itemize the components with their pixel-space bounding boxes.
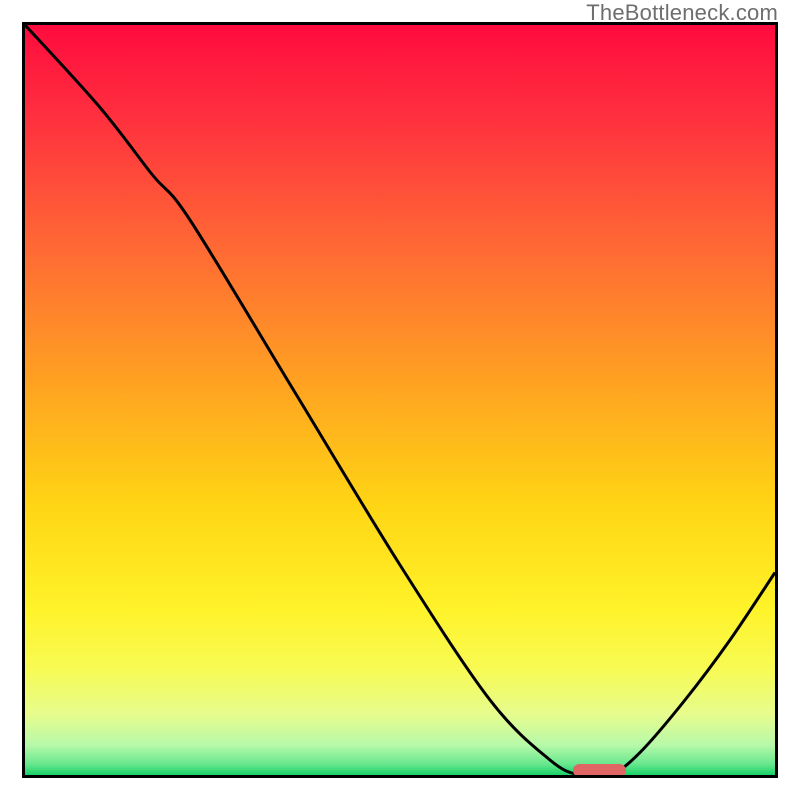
bottleneck-curve xyxy=(25,25,775,775)
optimal-marker xyxy=(573,764,626,777)
chart-frame: TheBottleneck.com xyxy=(0,0,800,800)
plot-area xyxy=(22,22,778,778)
curve-layer xyxy=(25,25,775,775)
